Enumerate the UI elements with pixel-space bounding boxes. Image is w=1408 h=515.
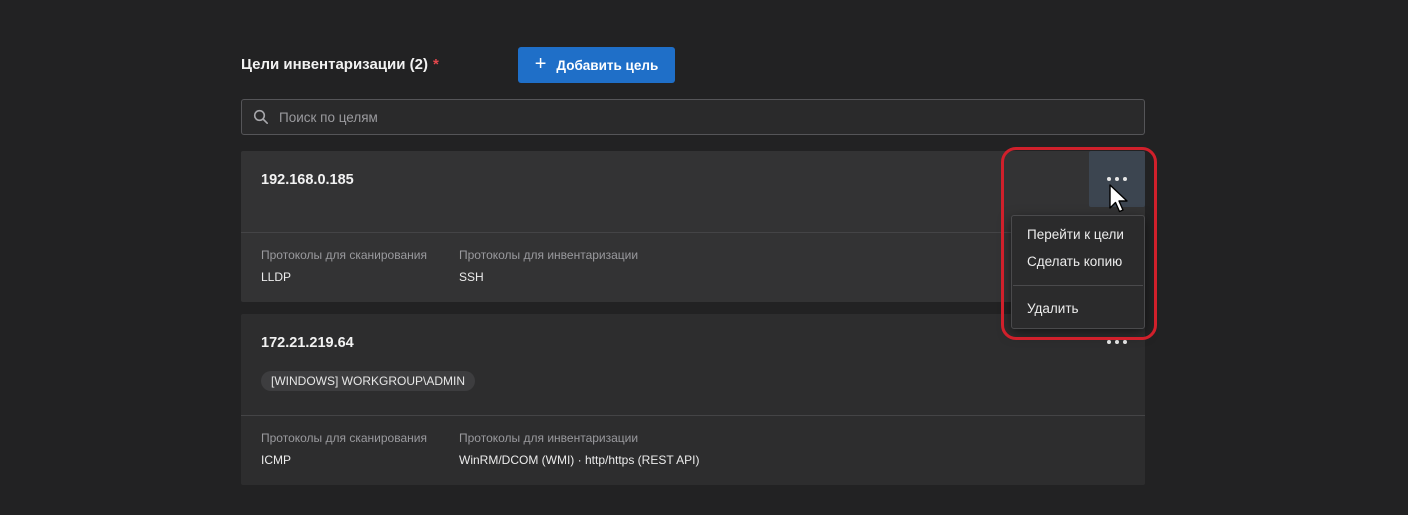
add-target-button[interactable]: + Добавить цель <box>518 47 675 83</box>
menu-item-go-to-target[interactable]: Перейти к цели <box>1027 227 1124 242</box>
search-field[interactable] <box>241 99 1145 135</box>
target-address: 172.21.219.64 <box>261 335 354 351</box>
scan-protocols-label: Протоколы для сканирования <box>261 248 427 262</box>
section-title: Цели инвентаризации (2) * <box>241 56 439 73</box>
target-card[interactable]: 172.21.219.64 [WINDOWS] WORKGROUP\ADMIN … <box>241 314 1145 485</box>
search-icon <box>253 109 269 125</box>
credential-tag: [WINDOWS] WORKGROUP\ADMIN <box>261 371 475 391</box>
card-divider <box>241 415 1145 416</box>
section-title-text: Цели инвентаризации (2) <box>241 56 428 73</box>
menu-divider <box>1013 285 1143 286</box>
plus-icon: + <box>534 53 547 75</box>
inventory-protocols-label: Протоколы для инвентаризации <box>459 248 639 262</box>
target-card[interactable]: 192.168.0.185 Протоколы для сканирования… <box>241 151 1145 302</box>
required-marker: * <box>432 56 439 73</box>
section-header: Цели инвентаризации (2) * + Добавить цель <box>241 47 1145 83</box>
inventory-protocols-value: WinRM/DCOM (WMI) · http/https (REST API) <box>459 453 700 467</box>
target-address: 192.168.0.185 <box>261 172 354 188</box>
scan-protocols-value: LLDP <box>261 270 292 284</box>
inventory-protocols-value: SSH <box>459 270 484 284</box>
add-target-label: Добавить цель <box>556 57 659 73</box>
menu-item-duplicate[interactable]: Сделать копию <box>1027 254 1122 269</box>
context-menu: Перейти к цели Сделать копию Удалить <box>1011 215 1145 329</box>
inventory-protocols-label: Протоколы для инвентаризации <box>459 431 639 445</box>
more-dots-icon <box>1107 340 1127 344</box>
card-divider <box>241 232 1145 233</box>
menu-item-delete[interactable]: Удалить <box>1027 301 1079 316</box>
more-actions-button[interactable] <box>1089 151 1145 207</box>
scan-protocols-value: ICMP <box>261 453 291 467</box>
search-input[interactable] <box>277 108 1121 126</box>
inventory-targets-panel: Цели инвентаризации (2) * + Добавить цель… <box>0 0 1408 515</box>
scan-protocols-label: Протоколы для сканирования <box>261 431 427 445</box>
more-dots-icon <box>1107 177 1127 181</box>
